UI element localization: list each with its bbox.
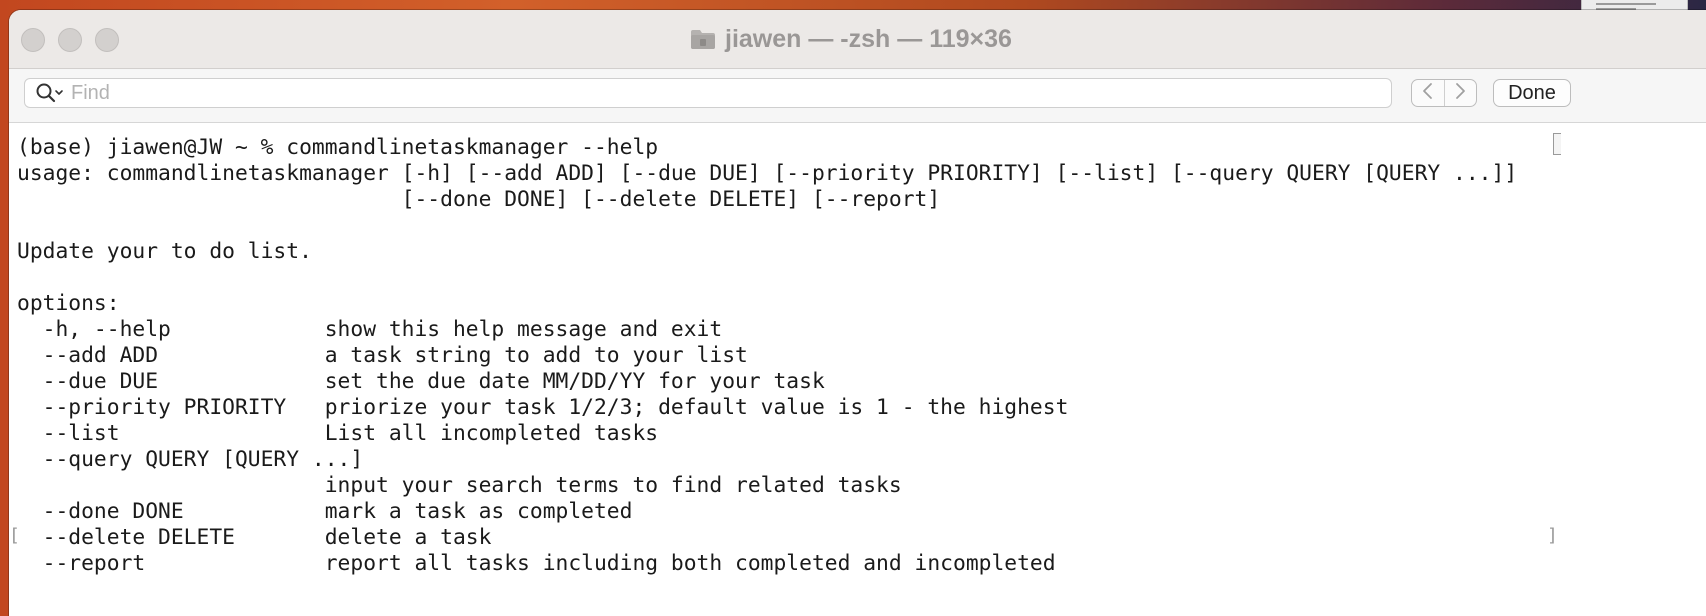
done-button[interactable]: Done [1493,79,1571,107]
minimize-window-button[interactable] [58,28,82,52]
terminal-line: [--done DONE] [--delete DELETE] [--repor… [17,187,941,212]
terminal-line: --add ADD a task string to add to your l… [17,343,748,368]
terminal-window: jiawen — -zsh — 119×36 Find Done (base) … [9,10,1706,616]
terminal-line: -h, --help show this help message and ex… [17,317,723,342]
chevron-left-icon [1421,82,1435,105]
find-navigation [1411,79,1477,107]
terminal-line: --priority PRIORITY priorize your task 1… [17,395,1069,420]
terminal-line: (base) jiawen@JW ~ % commandlinetaskmana… [17,135,659,160]
next-match-button[interactable] [1443,80,1477,106]
terminal-line: --list List all incompleted tasks [17,421,659,446]
terminal-line: options: [17,291,120,316]
previous-match-button[interactable] [1412,80,1444,106]
mark-bracket-left: [ [9,525,20,546]
terminal-line: usage: commandlinetaskmanager [-h] [--ad… [17,161,1518,186]
chevron-right-icon [1453,82,1467,105]
terminal-content[interactable]: (base) jiawen@JW ~ % commandlinetaskmana… [9,123,1706,616]
terminal-line: Update your to do list. [17,239,312,264]
terminal-line: --query QUERY [QUERY ...] [17,447,364,472]
scrollbar-marker[interactable] [1553,133,1561,155]
search-icon[interactable] [35,82,65,104]
window-title: jiawen — -zsh — 119×36 [725,24,1012,53]
find-bar: Done [9,69,1706,123]
terminal-line: --delete DELETE delete a task [17,525,492,550]
zoom-window-button[interactable] [95,28,119,52]
title-bar[interactable]: jiawen — -zsh — 119×36 [9,10,1706,69]
find-input-container[interactable] [24,78,1392,108]
close-window-button[interactable] [21,28,45,52]
find-field[interactable] [69,80,1373,106]
terminal-line: --report report all tasks including both… [17,551,1056,576]
window-title-group: jiawen — -zsh — 119×36 [689,24,1012,54]
terminal-line: --due DUE set the due date MM/DD/YY for … [17,369,825,394]
terminal-line: input your search terms to find related … [17,473,902,498]
terminal-line: --done DONE mark a task as completed [17,499,633,524]
folder-icon [689,27,717,51]
mark-bracket-right: ] [1547,525,1558,546]
